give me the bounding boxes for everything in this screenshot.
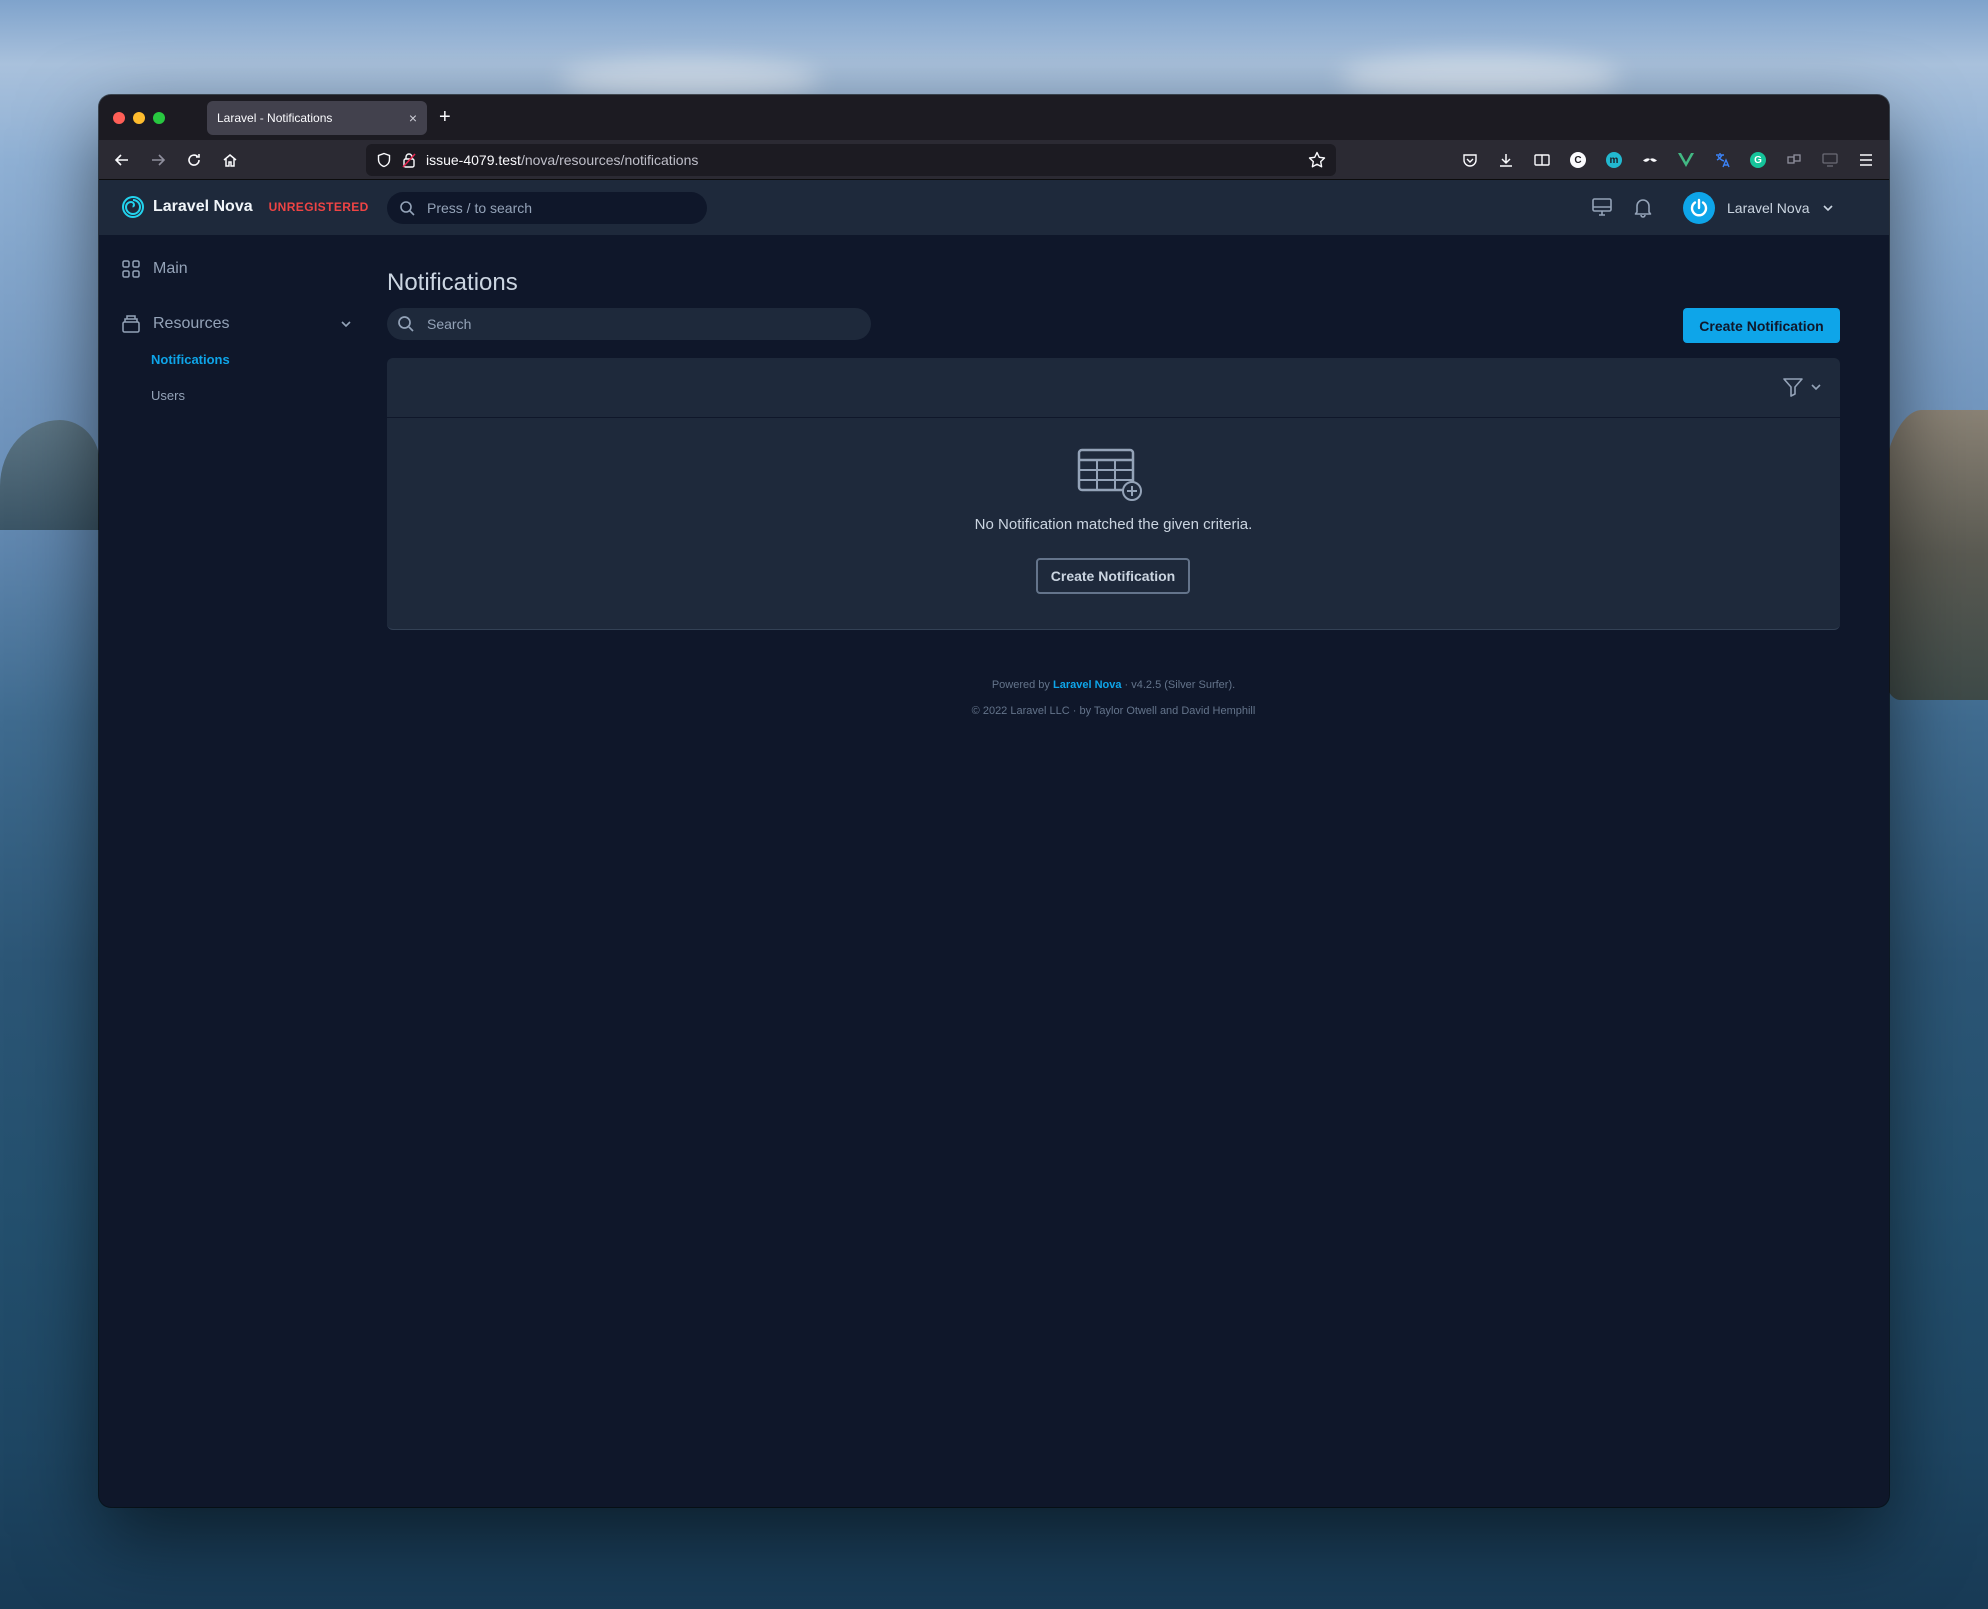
- footer: Powered by Laravel Nova · v4.2.5 (Silver…: [387, 672, 1840, 724]
- nova-logo-icon: [122, 196, 144, 218]
- footer-powered-prefix: Powered by: [991, 679, 1050, 691]
- downloads-icon[interactable]: [1495, 149, 1517, 171]
- insecure-lock-icon[interactable]: [402, 152, 416, 168]
- chevron-down-icon: [1811, 384, 1821, 391]
- sidebar-item-label: Resources: [153, 315, 230, 332]
- forward-icon[interactable]: [147, 149, 169, 171]
- sidebar-item-users[interactable]: Users: [151, 388, 185, 403]
- empty-message: No Notification matched the given criter…: [974, 516, 1253, 533]
- menu-icon[interactable]: [1855, 149, 1877, 171]
- reload-icon[interactable]: [183, 149, 205, 171]
- maximize-window-button[interactable]: [153, 112, 165, 124]
- reader-view-icon[interactable]: [1531, 149, 1553, 171]
- brand[interactable]: Laravel Nova UNREGISTERED: [121, 195, 369, 219]
- url-path: /nova/resources/notifications: [520, 152, 699, 168]
- tracking-protection-icon[interactable]: [376, 152, 392, 168]
- browser-toolbar: issue-4079.test/nova/resources/notificat…: [99, 140, 1889, 180]
- close-window-button[interactable]: [113, 112, 125, 124]
- footer-version: · v4.2.5 (Silver Surfer).: [1124, 679, 1236, 691]
- database-icon: [122, 315, 140, 333]
- avatar: [1683, 192, 1715, 224]
- browser-tab[interactable]: Laravel - Notifications ×: [207, 101, 427, 135]
- footer-copyright: © 2022 Laravel LLC · by Taylor Otwell an…: [971, 705, 1256, 717]
- url-host: issue-4079.test: [426, 152, 521, 168]
- app-header: Laravel Nova UNREGISTERED Press / to sea…: [99, 180, 1889, 236]
- user-menu[interactable]: Laravel Nova: [1683, 192, 1834, 224]
- extension-puzzle-icon[interactable]: [1783, 149, 1805, 171]
- bookmark-star-icon[interactable]: [1308, 151, 1326, 172]
- resource-search-input[interactable]: Search: [387, 308, 871, 340]
- resource-search-placeholder: Search: [427, 316, 472, 332]
- vue-devtools-icon[interactable]: [1675, 149, 1697, 171]
- new-tab-button[interactable]: +: [439, 105, 451, 129]
- home-icon[interactable]: [219, 149, 241, 171]
- pocket-icon[interactable]: [1459, 149, 1481, 171]
- grammarly-icon[interactable]: G: [1747, 149, 1769, 171]
- search-icon: [400, 201, 415, 216]
- extension-toolbar: C m G: [1459, 149, 1877, 171]
- extension-translate-icon[interactable]: [1711, 149, 1733, 171]
- url-bar[interactable]: issue-4079.test/nova/resources/notificat…: [366, 144, 1336, 176]
- tab-strip: Laravel - Notifications × +: [99, 95, 1889, 140]
- window-controls: [113, 112, 165, 124]
- extension-m-icon[interactable]: m: [1603, 149, 1625, 171]
- user-name: Laravel Nova: [1727, 200, 1810, 216]
- power-icon: [1690, 198, 1708, 217]
- empty-create-notification-button[interactable]: Create Notification: [1036, 558, 1190, 594]
- sidebar-item-label: Main: [153, 260, 188, 277]
- sidebar-group-resources[interactable]: Resources: [121, 314, 353, 334]
- unregistered-badge: UNREGISTERED: [268, 200, 369, 214]
- chevron-down-icon[interactable]: [339, 317, 353, 331]
- footer-nova-link[interactable]: Laravel Nova: [1053, 679, 1121, 691]
- empty-table-icon: [1077, 448, 1142, 501]
- sidebar-item-main[interactable]: Main: [121, 259, 188, 279]
- filter-dropdown-button[interactable]: [1782, 376, 1822, 398]
- filter-icon: [1783, 378, 1803, 397]
- minimize-window-button[interactable]: [133, 112, 145, 124]
- search-icon: [398, 316, 414, 332]
- bell-icon[interactable]: [1632, 196, 1654, 223]
- theme-toggle-icon[interactable]: [1591, 196, 1613, 223]
- page-title: Notifications: [387, 269, 518, 296]
- sidebar-item-notifications[interactable]: Notifications: [151, 352, 230, 367]
- grid-icon: [122, 260, 140, 278]
- tab-title: Laravel - Notifications: [217, 111, 333, 125]
- back-icon[interactable]: [111, 149, 133, 171]
- extension-mustache-icon[interactable]: [1639, 149, 1661, 171]
- tab-close-icon[interactable]: ×: [409, 110, 417, 126]
- browser-window: Laravel - Notifications × + issue-4079.t…: [99, 95, 1889, 1507]
- global-search-input[interactable]: Press / to search: [387, 192, 707, 224]
- desktop-hill-right: [1878, 410, 1988, 700]
- responsive-design-icon[interactable]: [1819, 149, 1841, 171]
- resource-table-card: No Notification matched the given criter…: [387, 358, 1840, 630]
- table-toolbar: [387, 358, 1840, 418]
- create-notification-button[interactable]: Create Notification: [1683, 308, 1840, 343]
- footer-powered: Powered by Laravel Nova · v4.2.5 (Silver…: [387, 672, 1840, 698]
- global-search-placeholder: Press / to search: [427, 200, 533, 216]
- brand-name: Laravel Nova: [153, 198, 253, 215]
- chevron-down-icon: [1822, 205, 1833, 212]
- cloud: [1340, 55, 1620, 100]
- desktop-hill-left: [0, 420, 100, 530]
- cloud: [560, 60, 820, 100]
- extension-c-icon[interactable]: C: [1567, 149, 1589, 171]
